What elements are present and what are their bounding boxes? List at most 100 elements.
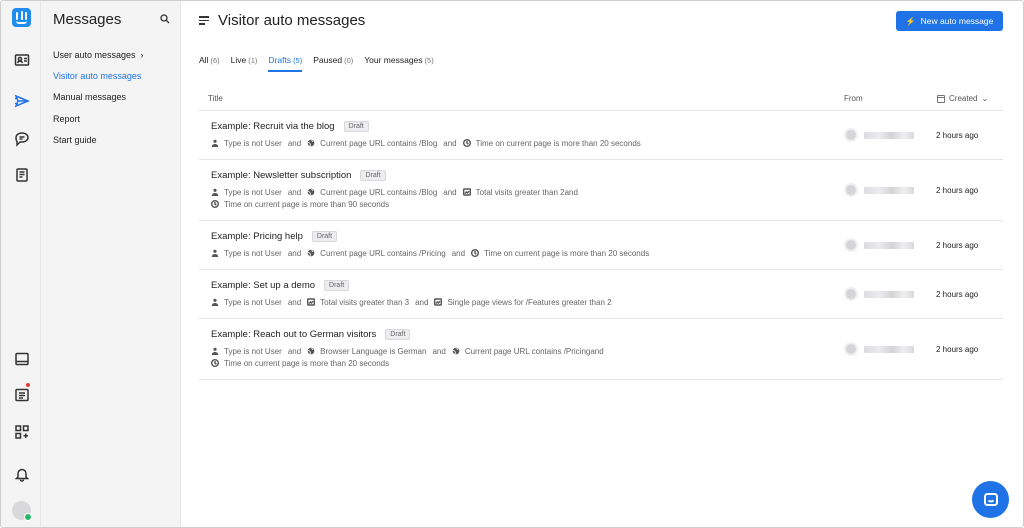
intercom-logo-icon[interactable] bbox=[12, 8, 31, 27]
filter-tabs: All (6) Live (1) Drafts (5) Paused (0) Your … bbox=[199, 55, 445, 72]
rule-item: Browser Language is German bbox=[307, 347, 426, 356]
rule-item: Total visits greater than 2 bbox=[462, 188, 565, 197]
avatar bbox=[844, 238, 858, 252]
message-title-text: Example: Newsletter subscription bbox=[211, 170, 352, 181]
sidebar-item-report[interactable]: Report bbox=[53, 108, 144, 129]
chat-icon bbox=[983, 492, 998, 506]
app-window: Messages User auto messages › Visitor aut… bbox=[0, 0, 1024, 528]
news-icon[interactable] bbox=[13, 386, 31, 404]
icon-rail bbox=[1, 1, 41, 527]
messages-send-icon[interactable] bbox=[13, 92, 31, 110]
clock-icon bbox=[462, 139, 471, 147]
chart-icon bbox=[434, 298, 443, 306]
tab-count: (0) bbox=[344, 56, 354, 65]
and-connector: and bbox=[432, 347, 446, 356]
rule-text: Time on current page is more than 90 sec… bbox=[224, 200, 390, 209]
sidebar-nav: User auto messages › Visitor auto message… bbox=[53, 44, 144, 150]
rule-text: Type is not User bbox=[224, 188, 282, 197]
messages-sidebar: Messages User auto messages › Visitor aut… bbox=[41, 1, 181, 527]
calendar-icon bbox=[937, 94, 945, 103]
tab-count: (5) bbox=[424, 56, 434, 65]
and-connector: and bbox=[287, 188, 302, 197]
and-connector: and bbox=[287, 347, 302, 356]
and-connector: and bbox=[451, 249, 466, 258]
tab-paused[interactable]: Paused (0) bbox=[313, 55, 353, 69]
sidebar-item-manual-messages[interactable]: Manual messages bbox=[53, 87, 144, 108]
sender-name-redacted bbox=[864, 241, 914, 249]
tab-live[interactable]: Live (1) bbox=[231, 55, 258, 69]
messenger-launcher-button[interactable] bbox=[972, 481, 1009, 518]
bell-icon[interactable] bbox=[13, 465, 31, 483]
tab-all[interactable]: All (6) bbox=[199, 55, 220, 69]
sidebar-item-visitor-auto-messages[interactable]: Visitor auto messages bbox=[53, 65, 144, 86]
new-auto-message-label: New auto message bbox=[920, 16, 994, 26]
sidebar-item-label: Report bbox=[53, 113, 81, 124]
rule-item: Current page URL contains /Blog bbox=[307, 139, 437, 148]
articles-icon[interactable] bbox=[13, 166, 31, 184]
and-connector: and bbox=[287, 139, 302, 148]
column-title[interactable]: Title bbox=[208, 94, 223, 103]
column-created[interactable]: Created ⌄ bbox=[937, 94, 988, 103]
rule-text: Current page URL contains /Blog bbox=[320, 188, 438, 197]
table-row[interactable]: Example: Reach out to German visitors Dra… bbox=[199, 319, 1003, 380]
created-time: 2 hours ago bbox=[936, 241, 979, 250]
and-connector: and bbox=[287, 249, 302, 258]
avatar bbox=[844, 183, 858, 197]
table-row[interactable]: Example: Pricing help Draft Type is not Us… bbox=[199, 221, 1003, 270]
message-title[interactable]: Example: Set up a demo Draft bbox=[211, 280, 350, 291]
sender-name-redacted bbox=[864, 345, 914, 353]
column-from[interactable]: From bbox=[844, 94, 863, 103]
message-title[interactable]: Example: Pricing help Draft bbox=[211, 231, 338, 242]
notification-dot bbox=[26, 383, 30, 387]
apps-icon[interactable] bbox=[13, 423, 31, 441]
user-icon bbox=[211, 188, 219, 196]
chart-icon bbox=[462, 188, 471, 196]
chevron-right-icon: › bbox=[140, 49, 144, 60]
rule-item: Time on current page is more than 20 sec… bbox=[462, 139, 641, 148]
avatar bbox=[844, 342, 858, 356]
status-badge: Draft bbox=[360, 170, 386, 181]
inbox-chat-icon[interactable] bbox=[13, 130, 31, 148]
sidebar-item-start-guide[interactable]: Start guide bbox=[53, 129, 144, 150]
sidebar-item-user-auto-messages[interactable]: User auto messages › bbox=[53, 44, 144, 65]
message-title-text: Example: Reach out to German visitors bbox=[211, 329, 377, 340]
rule-text: Current page URL contains /Pricing bbox=[464, 347, 591, 356]
tab-drafts[interactable]: Drafts (5) bbox=[268, 55, 303, 72]
rule-item: Type is not User bbox=[211, 139, 282, 148]
tab-label: All bbox=[199, 55, 209, 65]
rule-item: Current page URL contains /Pricing bbox=[307, 249, 446, 258]
rule-item: Total visits greater than 3 bbox=[307, 298, 409, 307]
avatar bbox=[844, 287, 858, 301]
message-rules: Type is not User and Current page URL cont… bbox=[211, 248, 811, 260]
sidebar-item-label: Start guide bbox=[53, 134, 97, 145]
main-content: Visitor auto messages ⚡ New auto message … bbox=[181, 1, 1023, 527]
rule-text: Single page views for /Features greater … bbox=[447, 298, 612, 307]
new-auto-message-button[interactable]: ⚡ New auto message bbox=[896, 11, 1003, 31]
and-connector: and bbox=[415, 298, 429, 307]
user-avatar[interactable] bbox=[12, 501, 32, 521]
status-badge: Draft bbox=[311, 231, 338, 242]
rule-text: Type is not User bbox=[224, 347, 282, 356]
tab-count: (1) bbox=[248, 56, 258, 65]
clock-icon bbox=[211, 200, 219, 208]
created-time: 2 hours ago bbox=[936, 186, 979, 195]
created-time: 2 hours ago bbox=[936, 131, 979, 140]
message-title[interactable]: Example: Newsletter subscription Draft bbox=[211, 170, 386, 181]
search-icon[interactable] bbox=[160, 14, 170, 24]
chart-icon bbox=[307, 298, 316, 306]
tab-your-messages[interactable]: Your messages (5) bbox=[364, 55, 433, 69]
message-title[interactable]: Example: Recruit via the blog Draft bbox=[211, 121, 369, 132]
tab-count: (6) bbox=[210, 56, 220, 65]
notes-icon[interactable] bbox=[13, 350, 31, 368]
menu-toggle-icon[interactable] bbox=[199, 16, 209, 25]
table-row[interactable]: Example: Recruit via the blog Draft Type i… bbox=[199, 111, 1003, 160]
contacts-icon[interactable] bbox=[13, 51, 31, 69]
tab-count: (5) bbox=[293, 56, 303, 65]
globe-icon bbox=[307, 139, 315, 147]
table-row[interactable]: Example: Set up a demo Draft Type is not U… bbox=[199, 270, 1003, 319]
avatar bbox=[844, 128, 858, 142]
table-row[interactable]: Example: Newsletter subscription Draft Typ… bbox=[199, 160, 1003, 221]
page-title: Visitor auto messages bbox=[218, 12, 366, 29]
tab-label: Paused bbox=[313, 55, 343, 65]
message-title[interactable]: Example: Reach out to German visitors Dra… bbox=[211, 329, 411, 340]
